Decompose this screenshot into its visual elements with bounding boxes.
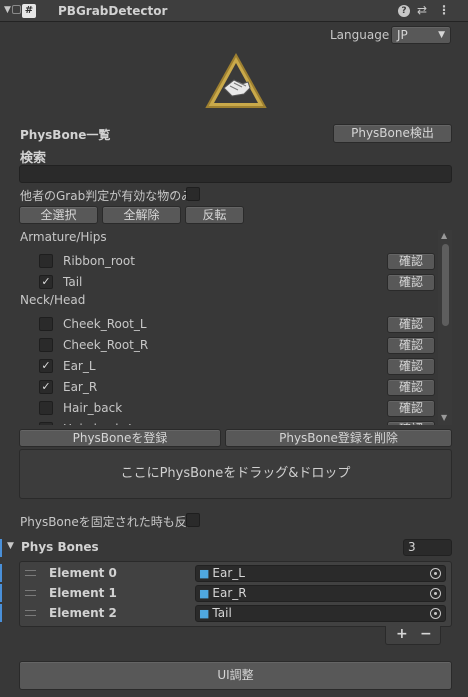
invert-selection-button[interactable]: 反転 bbox=[185, 206, 244, 224]
physbone-row: Hair_back 確認 bbox=[19, 398, 439, 419]
object-field[interactable]: ■ Ear_L bbox=[195, 565, 446, 582]
physbone-row: Hair_back_L 確認 bbox=[19, 419, 439, 425]
other-grab-checkbox[interactable] bbox=[186, 187, 200, 201]
gameobject-icon: ■ bbox=[199, 607, 210, 620]
physbone-label: Tail bbox=[63, 275, 83, 289]
scroll-up-icon[interactable]: ▲ bbox=[441, 231, 447, 240]
foldout-arrow-icon[interactable]: ▼ bbox=[7, 541, 14, 551]
register-physbone-button[interactable]: PhysBoneを登録 bbox=[19, 429, 221, 447]
component-title: PBGrabDetector bbox=[58, 4, 168, 18]
search-label: 検索 bbox=[20, 151, 47, 166]
unregister-physbone-button[interactable]: PhysBone登録を削除 bbox=[225, 429, 452, 447]
scrollbar-thumb[interactable] bbox=[442, 244, 449, 326]
physbone-checkbox[interactable] bbox=[39, 317, 53, 331]
physbone-checkbox[interactable]: ✓ bbox=[39, 359, 53, 373]
physbone-row: Cheek_Root_R 確認 bbox=[19, 335, 439, 356]
gameobject-icon: ■ bbox=[199, 567, 210, 580]
add-element-button[interactable]: + bbox=[396, 626, 408, 642]
group-label: Armature/Hips bbox=[20, 230, 107, 244]
search-input[interactable] bbox=[19, 165, 452, 183]
drag-handle-icon[interactable] bbox=[25, 610, 36, 616]
remove-element-button[interactable]: − bbox=[420, 626, 432, 642]
physbone-label: Hair_back_L bbox=[63, 422, 135, 425]
language-label: Language bbox=[330, 28, 390, 42]
script-icon: # bbox=[22, 4, 36, 18]
physbone-groups: Armature/Hips Ribbon_root 確認 ✓ Tail 確認 Neck/He… bbox=[19, 230, 452, 425]
scroll-down-icon[interactable]: ▼ bbox=[441, 413, 447, 422]
language-value: JP bbox=[397, 28, 408, 42]
confirm-button[interactable]: 確認 bbox=[387, 421, 435, 425]
confirm-button[interactable]: 確認 bbox=[387, 253, 435, 270]
object-picker-icon[interactable] bbox=[430, 608, 441, 619]
physbone-label: Hair_back bbox=[63, 401, 123, 415]
physbone-row: ✓ Ear_L 確認 bbox=[19, 356, 439, 377]
object-field[interactable]: ■ Tail bbox=[195, 605, 446, 622]
element-label: Element 2 bbox=[49, 606, 117, 620]
confirm-button[interactable]: 確認 bbox=[387, 379, 435, 396]
fixed-react-label: PhysBoneを固定された時も反応 bbox=[20, 515, 199, 529]
more-options-icon[interactable]: ⋮ bbox=[438, 3, 450, 17]
confirm-button[interactable]: 確認 bbox=[387, 316, 435, 333]
deselect-all-button[interactable]: 全解除 bbox=[102, 206, 181, 224]
object-field[interactable]: ■ Ear_R bbox=[195, 585, 446, 602]
drag-handle-icon[interactable] bbox=[25, 590, 36, 596]
detect-physbone-button[interactable]: PhysBone検出 bbox=[333, 124, 452, 143]
prefab-override-marker bbox=[0, 584, 2, 602]
grab-hand-warning-icon bbox=[205, 52, 267, 108]
chevron-down-icon: ▼ bbox=[438, 30, 445, 40]
object-picker-icon[interactable] bbox=[430, 568, 441, 579]
prefab-override-marker bbox=[0, 539, 2, 557]
preset-icon[interactable]: ⇄ bbox=[417, 3, 427, 17]
physbone-label: Ribbon_root bbox=[63, 254, 135, 268]
help-icon[interactable]: ? bbox=[398, 5, 410, 17]
gameobject-icon: ■ bbox=[199, 587, 210, 600]
physbone-list-title: PhysBone一覧 bbox=[20, 128, 111, 142]
physbone-checkbox[interactable] bbox=[39, 254, 53, 268]
phys-bones-title: Phys Bones bbox=[21, 540, 99, 554]
physbone-label: Ear_R bbox=[63, 380, 98, 394]
foldout-arrow-icon[interactable]: ▼ bbox=[4, 5, 11, 15]
prefab-override-marker bbox=[0, 564, 2, 582]
physbone-checkbox[interactable]: ✓ bbox=[39, 275, 53, 289]
drag-handle-icon[interactable] bbox=[25, 570, 36, 576]
physbone-drop-zone[interactable]: ここにPhysBoneをドラッグ&ドロップ bbox=[19, 449, 452, 499]
physbone-checkbox[interactable] bbox=[39, 422, 53, 425]
physbone-scroll-view[interactable]: Armature/Hips Ribbon_root 確認 ✓ Tail 確認 Neck/He… bbox=[19, 230, 452, 425]
physbone-checkbox[interactable]: ✓ bbox=[39, 380, 53, 394]
group-label: Neck/Head bbox=[20, 293, 86, 307]
enable-checkbox[interactable] bbox=[12, 5, 21, 14]
prefab-override-marker bbox=[0, 604, 2, 622]
language-dropdown[interactable]: JP ▼ bbox=[391, 26, 451, 44]
physbone-checkbox[interactable] bbox=[39, 401, 53, 415]
phys-bones-size-field[interactable]: 3 bbox=[403, 539, 452, 556]
component-header: ▼ # PBGrabDetector ? ⇄ ⋮ bbox=[0, 0, 468, 22]
confirm-button[interactable]: 確認 bbox=[387, 337, 435, 354]
other-grab-label: 他者のGrab判定が有効な物のみ bbox=[20, 189, 194, 203]
confirm-button[interactable]: 確認 bbox=[387, 400, 435, 417]
physbone-label: Cheek_Root_R bbox=[63, 338, 149, 352]
confirm-button[interactable]: 確認 bbox=[387, 274, 435, 291]
physbone-row: Ribbon_root 確認 bbox=[19, 251, 439, 272]
object-field-value: Tail bbox=[212, 606, 232, 620]
physbone-row: ✓ Tail 確認 bbox=[19, 272, 439, 293]
physbone-row: Cheek_Root_L 確認 bbox=[19, 314, 439, 335]
object-picker-icon[interactable] bbox=[430, 588, 441, 599]
physbone-label: Cheek_Root_L bbox=[63, 317, 147, 331]
element-label: Element 1 bbox=[49, 586, 117, 600]
confirm-button[interactable]: 確認 bbox=[387, 358, 435, 375]
object-field-value: Ear_R bbox=[212, 586, 247, 600]
element-label: Element 0 bbox=[49, 566, 117, 580]
physbone-label: Ear_L bbox=[63, 359, 96, 373]
ui-adjust-button[interactable]: UI調整 bbox=[19, 661, 452, 690]
fixed-react-checkbox[interactable] bbox=[186, 513, 200, 527]
list-footer: + − bbox=[385, 626, 441, 645]
physbone-checkbox[interactable] bbox=[39, 338, 53, 352]
select-all-button[interactable]: 全選択 bbox=[19, 206, 98, 224]
physbone-row: ✓ Ear_R 確認 bbox=[19, 377, 439, 398]
object-field-value: Ear_L bbox=[212, 566, 245, 580]
